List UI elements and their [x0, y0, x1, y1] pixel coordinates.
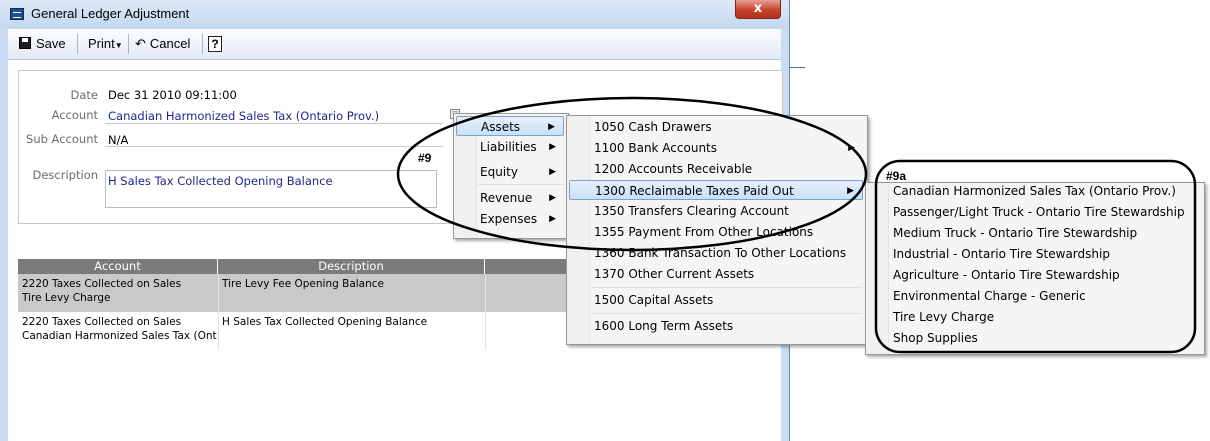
column-header-account[interactable]: Account	[18, 259, 218, 274]
column-header-description[interactable]: Description	[218, 259, 485, 274]
save-button[interactable]: Save	[19, 34, 66, 54]
dropdown-arrow-icon: ▼	[114, 41, 123, 50]
annotation-label-9: #9	[418, 151, 432, 165]
submenu-arrow-icon: ▶	[549, 142, 556, 152]
menu-item-1050[interactable]: 1050 Cash Drawers	[569, 117, 863, 137]
row-description: H Sales Tax Collected Opening Balance	[222, 316, 428, 328]
toolbar: Save Print▼ ↶ Cancel ?	[8, 29, 781, 60]
menu-item-label: Revenue	[480, 191, 533, 205]
menu-item-label: Liabilities	[480, 140, 537, 154]
row-account-line2: Canadian Harmonized Sales Tax (Ontario	[22, 330, 217, 342]
menu-item-1300[interactable]: 1300 Reclaimable Taxes Paid Out ▶	[569, 180, 863, 200]
menu-item-tire-levy[interactable]: Tire Levy Charge	[868, 307, 1200, 327]
row-account-line2: Tire Levy Charge	[22, 292, 111, 304]
menu-item-1500[interactable]: 1500 Capital Assets	[569, 290, 863, 310]
menu-item-label: Equity	[480, 165, 518, 179]
menu-item-1360[interactable]: 1360 Bank Transaction To Other Locations	[569, 243, 863, 263]
sub-account-label: Sub Account	[26, 132, 98, 146]
cancel-button[interactable]: ↶ Cancel	[135, 34, 190, 54]
help-icon: ?	[208, 36, 222, 52]
app-icon	[10, 8, 24, 20]
window-title: General Ledger Adjustment	[31, 6, 190, 21]
sub-account-underline	[105, 146, 443, 147]
grid-divider	[485, 274, 486, 350]
save-label: Save	[36, 36, 66, 51]
submenu-arrow-icon: ▶	[549, 214, 556, 224]
date-value[interactable]: Dec 31 2010 09:11:00	[108, 88, 237, 102]
annotation-label-9a: #9a	[886, 169, 907, 183]
save-icon	[19, 37, 31, 49]
menu-item-equity[interactable]: Equity ▶	[456, 162, 564, 182]
menu-item-1600[interactable]: 1600 Long Term Assets	[569, 316, 863, 336]
menu-item-1350[interactable]: 1350 Transfers Clearing Account	[569, 201, 863, 221]
submenu-arrow-icon: ▶	[848, 143, 855, 153]
menu-item-passenger-light-truck[interactable]: Passenger/Light Truck - Ontario Tire Ste…	[868, 202, 1200, 222]
account-underline	[105, 123, 443, 124]
print-button[interactable]: Print▼	[88, 34, 123, 54]
menu-separator	[478, 184, 564, 185]
menu-item-revenue[interactable]: Revenue ▶	[456, 188, 564, 208]
toolbar-separator	[77, 34, 78, 54]
date-label: Date	[70, 88, 99, 102]
close-button[interactable]: x	[735, 0, 781, 19]
row-account-line1: 2220 Taxes Collected on Sales	[22, 316, 182, 328]
menu-item-label: Expenses	[480, 212, 538, 226]
undo-icon: ↶	[135, 36, 146, 51]
account-label: Account	[51, 108, 98, 122]
account-field[interactable]: Canadian Harmonized Sales Tax (Ontario P…	[108, 109, 379, 123]
account-type-menu: Assets ▶ Liabilities ▶ Equity ▶ Revenue ▶ Ex…	[453, 113, 569, 239]
row-description: Tire Levy Fee Opening Balance	[222, 278, 385, 290]
assets-submenu: 1050 Cash Drawers 1100 Bank Accounts ▶ 12…	[566, 115, 868, 345]
menu-item-label: Assets	[481, 120, 521, 134]
reclaimable-taxes-submenu: Canadian Harmonized Sales Tax (Ontario P…	[865, 182, 1205, 355]
menu-separator	[592, 287, 862, 288]
menu-item-1200[interactable]: 1200 Accounts Receivable	[569, 159, 863, 179]
menu-item-assets[interactable]: Assets ▶	[456, 116, 564, 136]
menu-item-1355[interactable]: 1355 Payment From Other Locations	[569, 222, 863, 242]
print-label: Print	[88, 36, 115, 51]
menu-item-industrial[interactable]: Industrial - Ontario Tire Stewardship	[868, 244, 1200, 264]
submenu-arrow-icon: ▶	[847, 186, 854, 196]
menu-item-1370[interactable]: 1370 Other Current Assets	[569, 264, 863, 284]
title-bar[interactable]: General Ledger Adjustment x	[0, 0, 789, 28]
toolbar-separator	[128, 34, 129, 54]
menu-item-label: 1100 Bank Accounts	[594, 141, 718, 155]
menu-item-liabilities[interactable]: Liabilities ▶	[456, 137, 564, 157]
menu-item-canadian-hst[interactable]: Canadian Harmonized Sales Tax (Ontario P…	[868, 181, 1200, 201]
toolbar-separator	[202, 34, 203, 54]
menu-item-expenses[interactable]: Expenses ▶	[456, 209, 564, 229]
help-button[interactable]: ?	[208, 34, 222, 54]
submenu-arrow-icon: ▶	[549, 193, 556, 203]
menu-item-medium-truck[interactable]: Medium Truck - Ontario Tire Stewardship	[868, 223, 1200, 243]
menu-item-label: 1300 Reclaimable Taxes Paid Out	[595, 184, 794, 198]
cancel-label: Cancel	[149, 36, 191, 51]
sub-account-field[interactable]: N/A	[108, 133, 128, 147]
grid-divider	[218, 274, 219, 350]
submenu-arrow-icon: ▶	[549, 167, 556, 177]
row-account-line1: 2220 Taxes Collected on Sales	[22, 278, 182, 290]
menu-item-1100[interactable]: 1100 Bank Accounts ▶	[569, 138, 863, 158]
menu-item-environmental-charge[interactable]: Environmental Charge - Generic	[868, 286, 1200, 306]
description-field[interactable]: H Sales Tax Collected Opening Balance	[108, 174, 333, 188]
menu-separator	[592, 313, 862, 314]
menu-item-shop-supplies[interactable]: Shop Supplies	[868, 328, 1200, 348]
menu-item-agriculture[interactable]: Agriculture - Ontario Tire Stewardship	[868, 265, 1200, 285]
submenu-arrow-icon: ▶	[548, 122, 555, 132]
description-label: Description	[32, 168, 99, 182]
